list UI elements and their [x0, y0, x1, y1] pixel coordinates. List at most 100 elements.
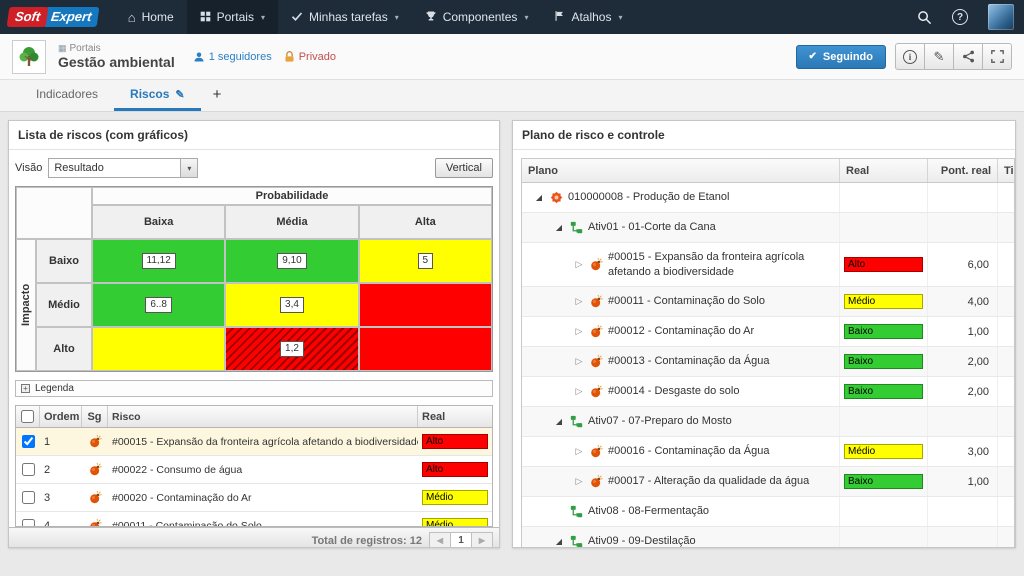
- logo-soft: Soft: [7, 7, 49, 27]
- info-button[interactable]: i: [895, 43, 925, 70]
- risk-label[interactable]: #00013 - Contaminação da Água: [608, 354, 835, 368]
- add-tab-label: +: [213, 86, 222, 103]
- ordem-value: 3: [40, 492, 82, 504]
- risk-row[interactable]: ▷ #00015 - Expansão da fronteira agrícola…: [522, 243, 1014, 287]
- matrix-cell[interactable]: 5: [359, 239, 492, 283]
- risk-row[interactable]: ▷ #00017 - Alteração da qualidade da água…: [522, 467, 1014, 497]
- expander-icon[interactable]: ◢: [553, 537, 565, 546]
- share-button[interactable]: [953, 43, 983, 70]
- edit-button[interactable]: ✎: [924, 43, 954, 70]
- col-risco[interactable]: Risco: [108, 406, 418, 427]
- matrix-cell[interactable]: 1,2: [225, 327, 358, 371]
- nav-home[interactable]: ⌂ Home: [115, 0, 187, 34]
- risk-label[interactable]: #00016 - Contaminação da Água: [608, 444, 835, 458]
- real-badge: Baixo: [844, 324, 923, 339]
- expander-icon[interactable]: ▷: [573, 259, 585, 270]
- expander-icon[interactable]: ▷: [573, 356, 585, 367]
- tab-indicadores[interactable]: Indicadores: [20, 80, 114, 111]
- matrix-cell[interactable]: 6..8: [92, 283, 225, 327]
- expander-icon[interactable]: ◢: [553, 417, 565, 426]
- expander-icon[interactable]: ◢: [553, 223, 565, 232]
- col-sg[interactable]: Sg: [82, 406, 108, 427]
- matrix-cell[interactable]: [359, 327, 492, 371]
- select-all-checkbox[interactable]: [21, 410, 34, 423]
- matrix-cell[interactable]: 9,10: [225, 239, 358, 283]
- risk-name[interactable]: #00015 - Expansão da fronteira agrícola …: [108, 436, 418, 448]
- expander-icon[interactable]: ▷: [573, 326, 585, 337]
- matrix-cell[interactable]: 11,12: [92, 239, 225, 283]
- softexpert-logo[interactable]: SoftExpert: [8, 0, 99, 34]
- plan-row[interactable]: ◢ 010000008 - Produção de Etanol: [522, 183, 1014, 213]
- row-checkbox[interactable]: [22, 519, 35, 526]
- col-real[interactable]: Real: [418, 406, 492, 427]
- check-icon: ✔: [809, 51, 817, 62]
- risk-label[interactable]: #00017 - Alteração da qualidade da água: [608, 474, 835, 488]
- col-plano[interactable]: Plano: [522, 159, 840, 182]
- row-checkbox[interactable]: [22, 463, 35, 476]
- legend-toggle[interactable]: + Legenda: [15, 380, 493, 397]
- activity-label[interactable]: Ativ07 - 07-Preparo do Mosto: [588, 414, 835, 428]
- risk-row[interactable]: ▷#00011 - Contaminação do Solo Médio 4,0…: [522, 287, 1014, 317]
- followers-link[interactable]: 1 seguidores: [193, 51, 272, 63]
- breadcrumb: ▦ Portais: [58, 43, 175, 55]
- risk-list-row[interactable]: 1 #00015 - Expansão da fronteira agrícol…: [16, 428, 492, 456]
- plan-label[interactable]: 010000008 - Produção de Etanol: [568, 190, 835, 204]
- row-checkbox[interactable]: [22, 491, 35, 504]
- tab-edit-icon[interactable]: ✎: [175, 88, 184, 101]
- nav-portais[interactable]: Portais ▾: [187, 0, 278, 34]
- nav-componentes[interactable]: Componentes ▾: [412, 0, 542, 34]
- risk-name[interactable]: #00020 - Contaminação do Ar: [108, 492, 418, 504]
- portals-mini-icon: ▦: [58, 43, 67, 53]
- risk-name[interactable]: #00011 - Contaminação do Solo: [108, 520, 418, 527]
- risk-list-row[interactable]: 2 #00022 - Consumo de água Alto: [16, 456, 492, 484]
- matrix-cell[interactable]: [92, 327, 225, 371]
- activity-row[interactable]: ◢ Ativ09 - 09-Destilação: [522, 527, 1014, 547]
- risk-label[interactable]: #00012 - Contaminação do Ar: [608, 324, 835, 338]
- expander-icon[interactable]: ▷: [573, 386, 585, 397]
- prev-page-button[interactable]: ◀: [429, 532, 451, 548]
- matrix-cell[interactable]: [359, 283, 492, 327]
- expander-icon[interactable]: ◢: [533, 193, 545, 202]
- risk-row[interactable]: ▷#00014 - Desgaste do solo Baixo 2,00: [522, 377, 1014, 407]
- next-page-button[interactable]: ▶: [471, 532, 493, 548]
- tab-add[interactable]: +: [201, 80, 234, 111]
- risk-list-row[interactable]: 3 #00020 - Contaminação do Ar Médio: [16, 484, 492, 512]
- following-button[interactable]: ✔ Seguindo: [796, 45, 887, 69]
- expander-icon[interactable]: ▷: [573, 446, 585, 457]
- activity-row[interactable]: ◢ Ativ01 - 01-Corte da Cana: [522, 213, 1014, 243]
- nav-portais-label: Portais: [217, 10, 254, 24]
- user-avatar[interactable]: [988, 4, 1014, 30]
- tab-riscos[interactable]: Riscos ✎: [114, 80, 201, 111]
- home-icon: ⌂: [128, 11, 136, 24]
- vertical-button[interactable]: Vertical: [435, 158, 493, 178]
- activity-label[interactable]: Ativ08 - 08-Fermentação: [588, 504, 835, 518]
- risk-row[interactable]: ▷#00012 - Contaminação do Ar Baixo 1,00: [522, 317, 1014, 347]
- view-select[interactable]: Resultado ▾: [48, 158, 198, 178]
- nav-atalhos[interactable]: Atalhos ▾: [541, 0, 635, 34]
- nav-minhas-tarefas[interactable]: Minhas tarefas ▾: [278, 0, 412, 34]
- expander-icon[interactable]: ▷: [573, 476, 585, 487]
- risk-label[interactable]: #00014 - Desgaste do solo: [608, 384, 835, 398]
- risk-label[interactable]: #00011 - Contaminação do Solo: [608, 294, 835, 308]
- activity-row[interactable]: Ativ08 - 08-Fermentação: [522, 497, 1014, 527]
- risk-row[interactable]: ▷#00016 - Contaminação da Água Médio 3,0…: [522, 437, 1014, 467]
- risk-list-row[interactable]: 4 #00011 - Contaminação do Solo Médio: [16, 512, 492, 526]
- fullscreen-button[interactable]: [982, 43, 1012, 70]
- activity-label[interactable]: Ativ09 - 09-Destilação: [588, 534, 835, 547]
- lock-icon: [284, 51, 295, 63]
- risk-row[interactable]: ▷#00013 - Contaminação da Água Baixo 2,0…: [522, 347, 1014, 377]
- expander-icon[interactable]: ▷: [573, 296, 585, 307]
- help-icon[interactable]: ?: [952, 9, 968, 25]
- matrix-cell[interactable]: 3,4: [225, 283, 358, 327]
- activity-label[interactable]: Ativ01 - 01-Corte da Cana: [588, 220, 835, 234]
- col-ordem[interactable]: Ordem: [40, 406, 82, 427]
- col-real[interactable]: Real: [840, 159, 928, 182]
- risk-label[interactable]: #00015 - Expansão da fronteira agrícola …: [608, 250, 835, 279]
- activity-row[interactable]: ◢ Ativ07 - 07-Preparo do Mosto: [522, 407, 1014, 437]
- risk-name[interactable]: #00022 - Consumo de água: [108, 464, 418, 476]
- pont-real-value: 6,00: [928, 243, 998, 286]
- row-checkbox[interactable]: [22, 435, 35, 448]
- col-pont-real[interactable]: Pont. real: [928, 159, 998, 182]
- col-ti[interactable]: Ti: [998, 159, 1014, 182]
- search-icon[interactable]: [917, 10, 932, 25]
